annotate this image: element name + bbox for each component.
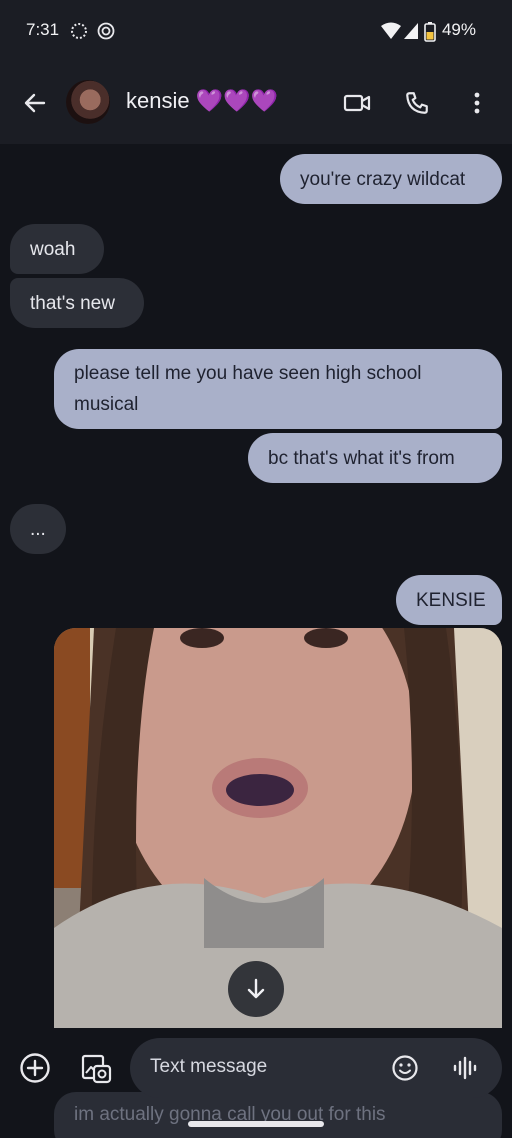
emoji-button[interactable]	[388, 1051, 422, 1085]
phone-icon	[406, 92, 428, 114]
message-text: you're crazy wildcat	[300, 168, 466, 190]
video-call-button[interactable]	[340, 86, 374, 120]
received-message[interactable]: ...	[10, 504, 66, 554]
avatar[interactable]	[66, 80, 110, 124]
message-text: bc that's what it's from	[268, 447, 455, 469]
message-input-placeholder: Text message	[150, 1056, 268, 1077]
audio-waveform-icon	[453, 1056, 477, 1080]
message-input[interactable]: Text message	[130, 1038, 502, 1098]
status-time: 7:31	[26, 20, 60, 39]
data-saver-icon	[97, 22, 115, 40]
add-circle-icon	[20, 1053, 50, 1083]
sent-message[interactable]: KENSIE	[396, 575, 502, 625]
video-camera-icon	[343, 94, 371, 112]
voice-message-button[interactable]	[448, 1051, 482, 1085]
voice-call-button[interactable]	[400, 86, 434, 120]
gallery-icon	[81, 1054, 112, 1084]
sent-message[interactable]: you're crazy wildcat	[280, 154, 502, 204]
more-options-button[interactable]	[460, 86, 494, 120]
sent-message[interactable]: please tell me you have seen high school…	[54, 349, 502, 429]
wifi-icon	[381, 22, 401, 40]
gesture-navigation-bar[interactable]	[188, 1121, 324, 1127]
add-attachment-button[interactable]	[18, 1051, 52, 1085]
conversation-header: kensie 💜💜💜	[0, 62, 512, 144]
message-text: woah	[30, 238, 76, 260]
photo-image	[54, 628, 502, 1028]
sent-photo[interactable]	[54, 628, 502, 1028]
battery-icon	[424, 22, 436, 42]
received-message[interactable]: woah	[10, 224, 104, 274]
back-button[interactable]	[18, 86, 52, 120]
sync-icon	[70, 22, 88, 40]
message-text: ...	[30, 518, 46, 540]
message-text: that's new	[30, 292, 115, 314]
arrow-down-icon	[247, 978, 265, 999]
more-vert-icon	[474, 92, 480, 114]
sent-message[interactable]: bc that's what it's from	[248, 433, 502, 483]
status-bar: 7:31 49%	[0, 0, 512, 62]
message-text: please tell me you have seen high school…	[74, 363, 422, 415]
back-arrow-icon	[24, 93, 46, 113]
battery-percent: 49%	[441, 20, 476, 39]
contact-name[interactable]: kensie 💜💜💜	[126, 88, 278, 114]
received-message[interactable]: that's new	[10, 278, 144, 328]
message-text: KENSIE	[416, 589, 486, 611]
gallery-button[interactable]	[78, 1050, 114, 1086]
emoji-icon	[392, 1055, 418, 1081]
scroll-to-bottom-button[interactable]	[228, 961, 284, 1017]
cell-signal-icon	[403, 22, 421, 40]
